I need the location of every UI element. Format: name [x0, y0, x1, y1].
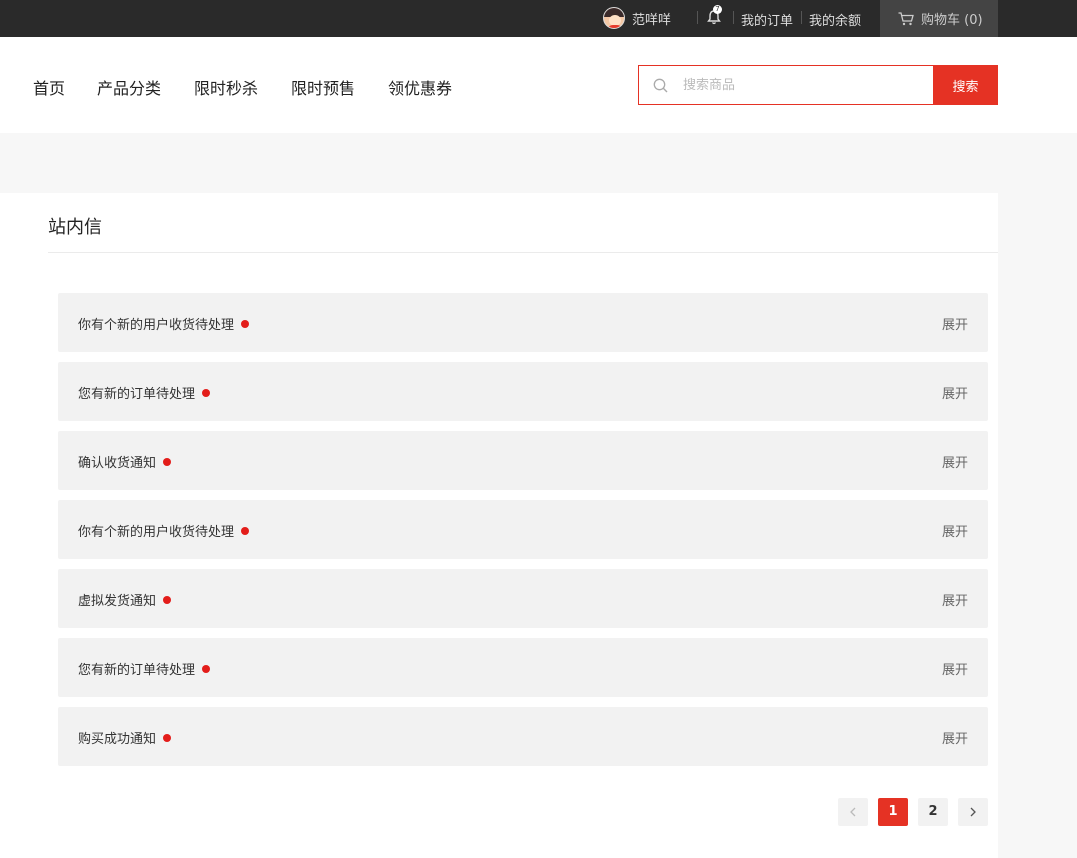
- divider: [733, 11, 734, 24]
- user-name[interactable]: 范咩咩: [632, 9, 671, 28]
- expand-button[interactable]: 展开: [942, 590, 968, 609]
- message-title: 您有新的订单待处理: [78, 663, 196, 678]
- chevron-left-icon: [850, 807, 856, 817]
- message-title: 您有新的订单待处理: [78, 387, 196, 402]
- chevron-right-icon: [970, 807, 976, 817]
- header: 首页 产品分类 限时秒杀 限时预售 领优惠券 搜索: [0, 37, 1077, 133]
- avatar[interactable]: [603, 7, 625, 29]
- message-row[interactable]: 购买成功通知 展开: [58, 707, 988, 766]
- messages-panel: 站内信 你有个新的用户收货待处理 展开 您有新的订单待处理 展开 确认收货通知 …: [0, 193, 998, 858]
- top-bar: 范咩咩 7 我的订单 我的余额 购物车 (0): [0, 0, 1077, 37]
- unread-dot: [241, 527, 250, 535]
- search-icon: [653, 78, 668, 93]
- unread-dot: [202, 389, 211, 397]
- my-balance-link[interactable]: 我的余额: [809, 10, 861, 29]
- nav-categories[interactable]: 产品分类: [97, 75, 161, 99]
- page-title: 站内信: [48, 217, 102, 238]
- search-input[interactable]: [683, 66, 923, 104]
- expand-button[interactable]: 展开: [942, 659, 968, 678]
- expand-button[interactable]: 展开: [942, 314, 968, 333]
- search-button[interactable]: 搜索: [933, 65, 998, 105]
- unread-dot: [163, 596, 172, 604]
- cart-icon: [898, 11, 914, 25]
- nav-flash-sale[interactable]: 限时秒杀: [194, 75, 258, 99]
- page-button-2[interactable]: 2: [918, 798, 948, 826]
- message-row[interactable]: 确认收货通知 展开: [58, 431, 988, 490]
- nav-coupons[interactable]: 领优惠券: [388, 75, 452, 99]
- nav-home[interactable]: 首页: [33, 75, 65, 99]
- cart-label: 购物车 (0): [921, 13, 983, 28]
- cart-button[interactable]: 购物车 (0): [880, 0, 998, 37]
- user-menu[interactable]: 范咩咩: [603, 6, 671, 30]
- unread-dot: [163, 458, 172, 466]
- expand-button[interactable]: 展开: [942, 728, 968, 747]
- nav-presale[interactable]: 限时预售: [291, 75, 355, 99]
- divider: [48, 252, 998, 253]
- message-row[interactable]: 你有个新的用户收货待处理 展开: [58, 293, 988, 352]
- expand-button[interactable]: 展开: [942, 383, 968, 402]
- search-box: [638, 65, 934, 105]
- divider: [801, 11, 802, 24]
- divider: [697, 11, 698, 24]
- message-title: 确认收货通知: [78, 456, 157, 471]
- expand-button[interactable]: 展开: [942, 521, 968, 540]
- message-title: 你有个新的用户收货待处理: [78, 525, 235, 540]
- prev-page-button[interactable]: [838, 798, 868, 826]
- page-button-1[interactable]: 1: [878, 798, 908, 826]
- message-row[interactable]: 虚拟发货通知 展开: [58, 569, 988, 628]
- message-title: 虚拟发货通知: [78, 594, 157, 609]
- expand-button[interactable]: 展开: [942, 452, 968, 471]
- unread-dot: [163, 734, 172, 742]
- unread-dot: [241, 320, 250, 328]
- message-row[interactable]: 您有新的订单待处理 展开: [58, 638, 988, 697]
- message-row[interactable]: 你有个新的用户收货待处理 展开: [58, 500, 988, 559]
- message-title: 购买成功通知: [78, 732, 157, 747]
- message-row[interactable]: 您有新的订单待处理 展开: [58, 362, 988, 421]
- unread-dot: [202, 665, 211, 673]
- next-page-button[interactable]: [958, 798, 988, 826]
- message-title: 你有个新的用户收货待处理: [78, 318, 235, 333]
- notification-badge: 7: [713, 5, 722, 14]
- my-orders-link[interactable]: 我的订单: [741, 10, 793, 29]
